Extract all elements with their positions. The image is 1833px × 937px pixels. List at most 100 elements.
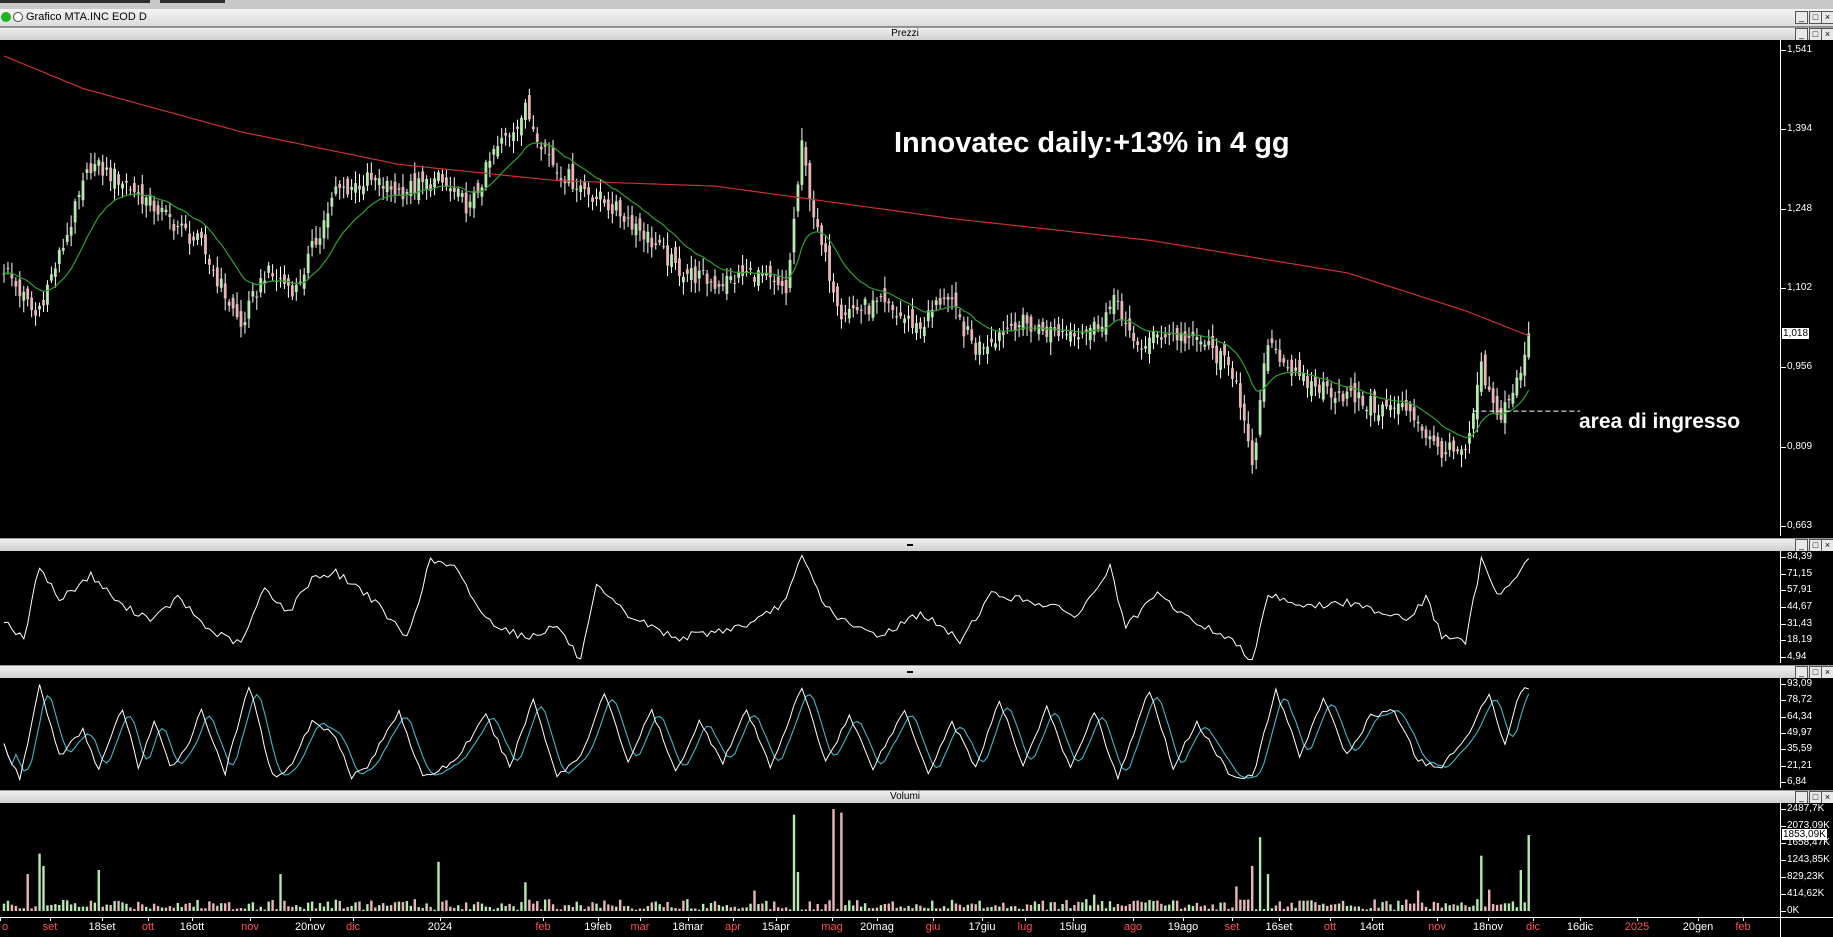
axis-tick-label: 78,72 (1787, 694, 1813, 706)
candle-body (342, 186, 346, 188)
candle-body (1325, 381, 1329, 387)
volume-bar (619, 899, 622, 911)
x-axis-tick-label: mag (821, 921, 843, 933)
volume-bar (26, 874, 29, 911)
close-icon[interactable]: × (1821, 11, 1833, 24)
candle-body (934, 300, 938, 305)
candle-body (168, 214, 172, 218)
axis-tick-label: 18,19 (1787, 634, 1813, 646)
candle-body (899, 312, 903, 317)
volume-bar (587, 906, 590, 911)
volume-y-axis[interactable]: 2487,7K 2073,09K 1658,47K 1243,85K 829,23K 41… (1780, 803, 1833, 917)
axis-tick (1781, 446, 1786, 448)
candle-body (1448, 442, 1452, 450)
panel-drag-handle-icon[interactable] (907, 544, 913, 546)
rsi-line (3, 554, 1530, 661)
volume-chart-area[interactable] (0, 803, 1780, 917)
volume-bar (1081, 902, 1084, 911)
volume-bar (141, 904, 144, 911)
volume-bar (235, 908, 239, 911)
volume-bar (42, 865, 45, 911)
candle-body (1412, 407, 1416, 421)
candle-body (322, 220, 326, 239)
window-status-icon[interactable] (1, 12, 11, 22)
candle-body (1345, 391, 1349, 399)
candle-body (318, 238, 322, 245)
volume-bar (1266, 874, 1270, 911)
volume-bar (935, 908, 938, 911)
candle-body (1195, 337, 1199, 340)
candle-body (1120, 301, 1124, 321)
candle-body (1148, 337, 1151, 355)
candle-body (1017, 325, 1021, 327)
volume-bar (1014, 906, 1017, 911)
candle-body (121, 183, 124, 189)
candle-body (713, 275, 717, 289)
candle-body (1096, 324, 1100, 329)
volume-bar (705, 908, 709, 911)
candle-body (776, 276, 780, 285)
volume-bar (1073, 904, 1076, 911)
volume-bar (22, 908, 25, 911)
volume-bar (998, 906, 1001, 911)
candle-body (125, 180, 128, 183)
candle-body (895, 316, 899, 318)
volume-bar (322, 906, 326, 911)
panel-drag-handle-icon[interactable] (907, 671, 913, 673)
candle-body (437, 172, 440, 181)
x-axis-tick-label: 16set (1265, 921, 1293, 933)
window-titlebar: Grafico MTA.INC EOD D _ □ × (0, 9, 1833, 27)
volume-bar (1152, 901, 1155, 911)
candle-body (385, 181, 389, 193)
volume-bar (844, 905, 847, 911)
price-y-axis[interactable]: 1,541 1,394 1,248 1,102 0,956 0,809 0,663 1,018 (1780, 40, 1833, 536)
volume-bar (283, 900, 286, 911)
candle-body (290, 285, 294, 297)
stochastic-chart-area[interactable] (0, 678, 1780, 788)
volume-bar (1278, 901, 1282, 911)
volume-bar (907, 905, 910, 911)
axis-tick (1781, 288, 1786, 289)
candle-body (180, 223, 184, 226)
price-chart-area[interactable] (0, 40, 1780, 536)
volume-bar (1326, 905, 1329, 911)
candle-body (1507, 398, 1511, 401)
date-x-axis[interactable]: o set 18set ott 16ott nov 20nov dic 2024 feb 19feb… (0, 917, 1780, 937)
volume-bar (188, 902, 191, 911)
axis-tick (1781, 911, 1786, 912)
candle-body (369, 172, 373, 180)
volume-bar (678, 908, 681, 911)
volume-bar (773, 901, 776, 911)
candle-body (1329, 388, 1333, 398)
volume-bar (208, 901, 211, 911)
volume-bar (859, 906, 863, 911)
volume-bar (109, 904, 112, 911)
volume-bar (1428, 909, 1432, 911)
volume-bar (1093, 894, 1096, 911)
volume-bar (168, 906, 172, 911)
volume-bar (1254, 909, 1258, 911)
x-axis-tick-label: ott (141, 921, 155, 933)
volume-bar (30, 908, 33, 911)
candle-body (1156, 334, 1159, 338)
candle-body (539, 146, 543, 150)
rsi-y-axis[interactable]: 84,39 71,15 57,91 44,67 31,43 18,19 4,94 (1780, 551, 1833, 663)
volume-bar (796, 872, 800, 911)
candle-body (77, 194, 81, 197)
volume-bar (927, 908, 930, 911)
candle-body (330, 197, 334, 207)
candle-body (689, 268, 693, 281)
stochastic-y-axis[interactable]: 93,09 78,72 64,34 49,97 35,59 21,21 6,84 (1780, 678, 1833, 788)
volume-bar (326, 901, 330, 911)
minimize-icon[interactable]: _ (1795, 11, 1808, 24)
rsi-chart-area[interactable] (0, 551, 1780, 663)
candle-body (129, 189, 132, 191)
candle-body (824, 243, 827, 253)
volume-bar (828, 900, 831, 911)
axis-tick-label: 1,248 (1787, 202, 1813, 214)
volume-bar (1369, 908, 1372, 911)
volume-bar (488, 906, 492, 911)
window-menu-icon[interactable] (13, 12, 23, 22)
volume-bar (468, 909, 472, 911)
volume-bar (243, 908, 247, 911)
